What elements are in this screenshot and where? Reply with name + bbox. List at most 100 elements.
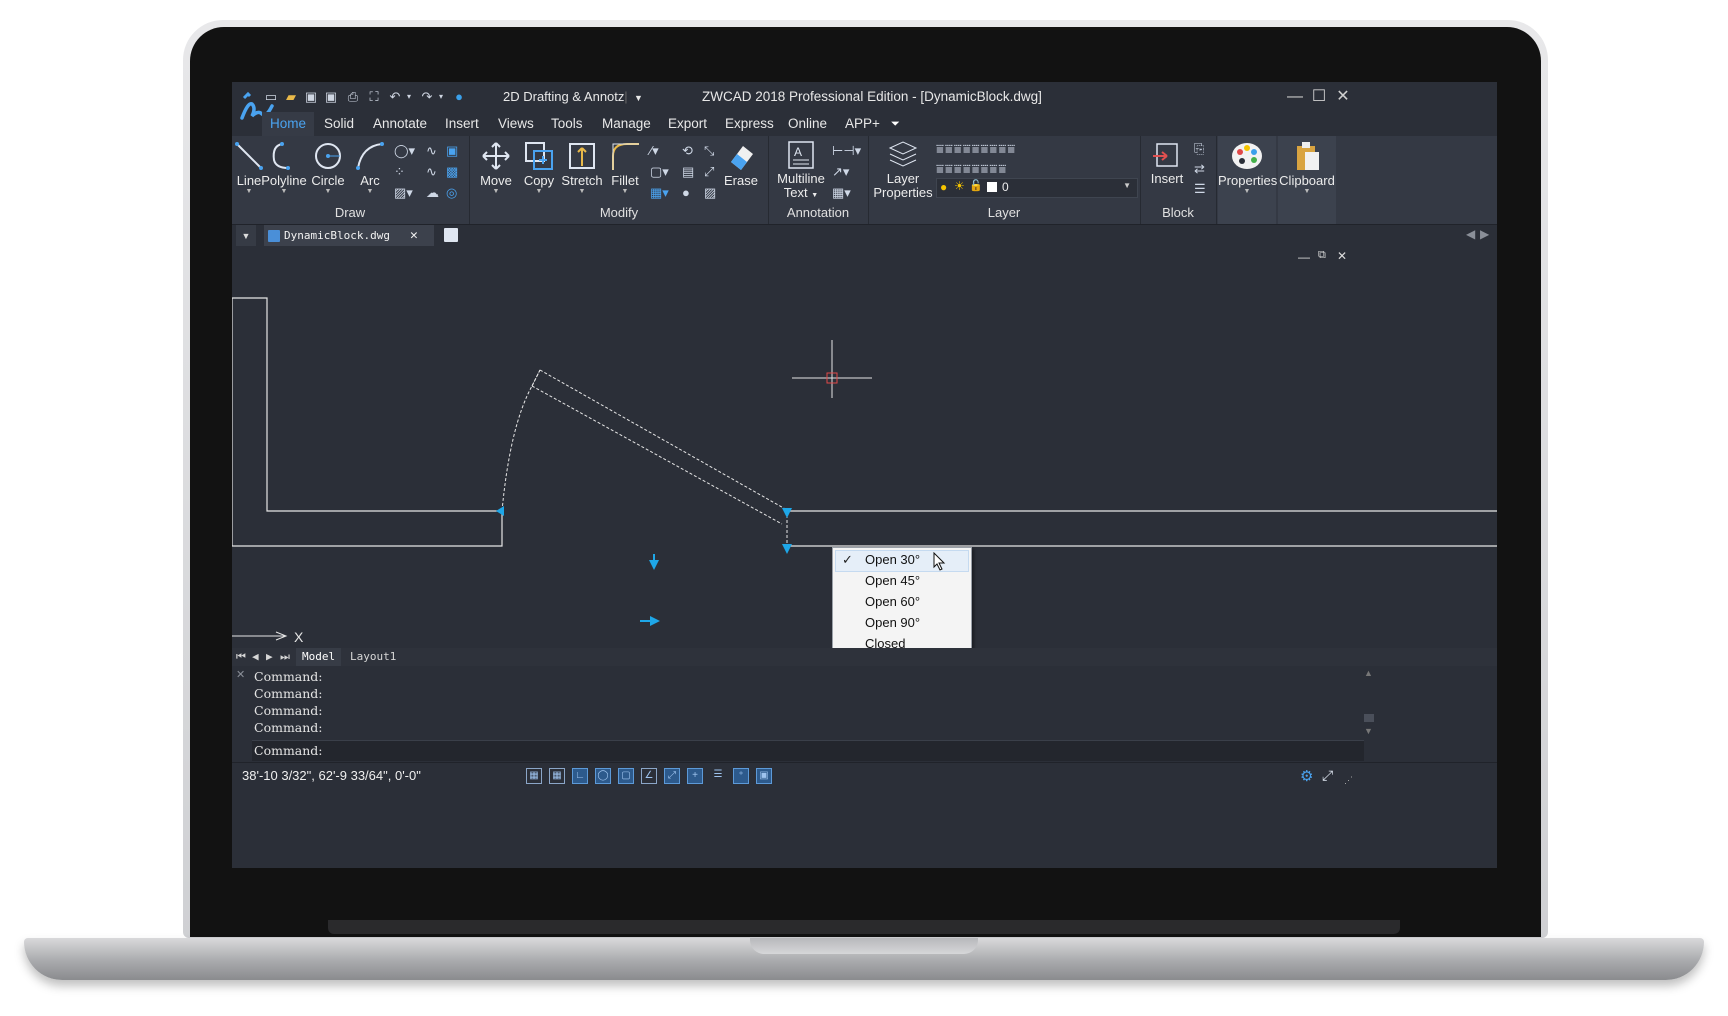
save-icon[interactable]: ▣: [302, 88, 320, 106]
tab-model[interactable]: Model: [296, 648, 342, 666]
undo-dropdown-icon[interactable]: ▾: [400, 88, 418, 106]
fullscreen-icon[interactable]: ⤢: [1322, 767, 1333, 784]
ribbon-toggle-icon[interactable]: ⏷: [891, 112, 900, 136]
tab-annotate[interactable]: Annotate: [373, 112, 427, 136]
layer-properties-button[interactable]: Layer Properties: [872, 140, 934, 200]
prev-layout-icon[interactable]: ◀: [252, 648, 259, 666]
erase-button[interactable]: Erase: [720, 140, 762, 188]
explode-icon[interactable]: ▦▾: [650, 186, 669, 200]
object-snap-icon[interactable]: ▢: [618, 768, 634, 784]
properties-button[interactable]: Properties ▼: [1218, 140, 1277, 196]
first-layout-icon[interactable]: ⏮: [236, 648, 246, 666]
tab-export[interactable]: Export: [668, 112, 707, 136]
create-block-icon[interactable]: ⎘: [1194, 142, 1204, 156]
new-tab-icon[interactable]: [444, 228, 458, 242]
minimize-icon[interactable]: —: [1284, 86, 1306, 108]
dynamic-ucs-icon[interactable]: ∠: [641, 768, 657, 784]
redo-dropdown-icon[interactable]: ▾: [432, 88, 450, 106]
stretch-button[interactable]: Stretch ▼: [560, 140, 604, 196]
lineweight-icon[interactable]: ☰: [710, 768, 726, 784]
grid-display-icon[interactable]: ▦: [549, 768, 565, 784]
tab-express[interactable]: Express: [725, 112, 774, 136]
tab-views[interactable]: Views: [498, 112, 534, 136]
region-icon[interactable]: ▩: [446, 165, 458, 179]
document-tab[interactable]: DynamicBlock.dwg ✕: [264, 225, 434, 247]
drawing-canvas[interactable]: — ⧉ ✕ X ✓ Open 30° Open 45° Open 60° Ope…: [232, 246, 1497, 658]
tab-insert[interactable]: Insert: [445, 112, 479, 136]
cloud-icon[interactable]: ☁: [426, 186, 439, 200]
tab-tools[interactable]: Tools: [551, 112, 583, 136]
scroll-tabs-right-icon[interactable]: ▶: [1480, 227, 1489, 241]
scroll-thumb[interactable]: [1364, 714, 1374, 722]
donut-icon[interactable]: ◎: [446, 186, 457, 200]
rectangle-icon[interactable]: ▣: [446, 144, 458, 158]
print-icon[interactable]: ⎙: [344, 88, 362, 106]
last-layout-icon[interactable]: ⏭: [280, 648, 290, 666]
layer-tools-row2-icons[interactable]: ⩸⩸⩸⩸⩸⩸⩸⩸: [936, 162, 1007, 176]
close-tab-icon[interactable]: ✕: [410, 225, 418, 247]
array-icon[interactable]: ⤢: [704, 165, 714, 179]
offset-icon[interactable]: ▤: [682, 165, 694, 179]
menu-item-open-60[interactable]: Open 60°: [865, 592, 920, 612]
scroll-tabs-left-icon[interactable]: ◀: [1466, 227, 1475, 241]
multiline-text-button[interactable]: A Multiline Text ▼: [772, 140, 830, 203]
resize-grip-icon[interactable]: ⋰: [1344, 775, 1353, 786]
tab-manage[interactable]: Manage: [602, 112, 651, 136]
revcloud-icon[interactable]: ∿: [426, 165, 437, 179]
point-icon[interactable]: ⁘: [394, 165, 405, 179]
layer-dropdown[interactable]: ● ☀ 🔓 0 ▼: [936, 178, 1138, 198]
open-folder-icon[interactable]: ▰: [282, 88, 300, 106]
edit-block-icon[interactable]: ⇄: [1194, 162, 1205, 176]
break-icon[interactable]: ●: [682, 186, 690, 200]
hatch-icon[interactable]: ▨▾: [394, 186, 413, 200]
arc-button[interactable]: Arc ▼: [350, 140, 390, 196]
close-icon[interactable]: ✕: [1332, 86, 1354, 108]
tab-online[interactable]: Online: [788, 112, 827, 136]
menu-item-open-45[interactable]: Open 45°: [865, 571, 920, 591]
maximize-icon[interactable]: ☐: [1308, 86, 1330, 108]
menu-item-open-30[interactable]: Open 30°: [865, 550, 920, 570]
selection-cycling-icon[interactable]: ⁺: [733, 768, 749, 784]
insert-block-button[interactable]: Insert: [1144, 140, 1190, 186]
zoom-extents-icon[interactable]: ⛶: [365, 88, 383, 106]
spline-icon[interactable]: ∿: [426, 144, 437, 158]
ellipse-icon[interactable]: ◯▾: [394, 144, 415, 158]
tab-solid[interactable]: Solid: [324, 112, 354, 136]
trim-icon[interactable]: ∕▾: [650, 144, 659, 158]
chamfer-icon[interactable]: ▨: [704, 186, 716, 200]
command-input[interactable]: Command:: [252, 740, 1364, 761]
tab-list-icon[interactable]: ▼: [236, 225, 256, 247]
tab-layout1[interactable]: Layout1: [350, 648, 396, 666]
rotate-icon[interactable]: ⟲: [682, 144, 693, 158]
object-tracking-icon[interactable]: ⤢: [664, 768, 680, 784]
polyline-button[interactable]: Polyline ▼: [260, 140, 308, 196]
layer-tools-row1-icons[interactable]: ⩸⩸⩸⩸⩸⩸⩸⩸⩸: [936, 142, 1016, 156]
annotation-monitor-icon[interactable]: ▣: [756, 768, 772, 784]
next-layout-icon[interactable]: ▶: [266, 648, 273, 666]
tab-app-plus[interactable]: APP+: [845, 112, 880, 136]
dynamic-input-icon[interactable]: +: [687, 768, 703, 784]
scroll-up-icon[interactable]: ▲: [1364, 668, 1373, 678]
ortho-icon[interactable]: ∟: [572, 768, 588, 784]
clipboard-button[interactable]: Clipboard ▼: [1278, 140, 1336, 196]
scale-icon[interactable]: ⤡: [704, 144, 714, 158]
mirror-icon[interactable]: ▢▾: [650, 165, 669, 179]
dimension-icon[interactable]: ⊢⊣▾: [832, 144, 861, 158]
tab-home[interactable]: Home: [262, 112, 315, 136]
save-as-icon[interactable]: ▣: [322, 88, 340, 106]
close-command-icon[interactable]: ✕: [236, 668, 245, 681]
table-icon[interactable]: ▦▾: [832, 186, 851, 200]
copy-button[interactable]: Copy ▼: [520, 140, 558, 196]
move-button[interactable]: Move ▼: [476, 140, 516, 196]
fillet-button[interactable]: Fillet ▼: [606, 140, 644, 196]
scroll-down-icon[interactable]: ▼: [1364, 726, 1373, 736]
attribute-icon[interactable]: ☰: [1194, 182, 1206, 196]
new-file-icon[interactable]: ▭: [262, 88, 280, 106]
leader-icon[interactable]: ↗▾: [832, 165, 849, 179]
circle-button[interactable]: Circle ▼: [308, 140, 348, 196]
settings-gear-icon[interactable]: ⚙: [1300, 767, 1313, 785]
polar-icon[interactable]: ◯: [595, 768, 611, 784]
snap-grid-icon[interactable]: ▦: [526, 768, 542, 784]
menu-item-open-90[interactable]: Open 90°: [865, 613, 920, 633]
command-scrollbar[interactable]: ▲ ▼: [1362, 666, 1376, 740]
